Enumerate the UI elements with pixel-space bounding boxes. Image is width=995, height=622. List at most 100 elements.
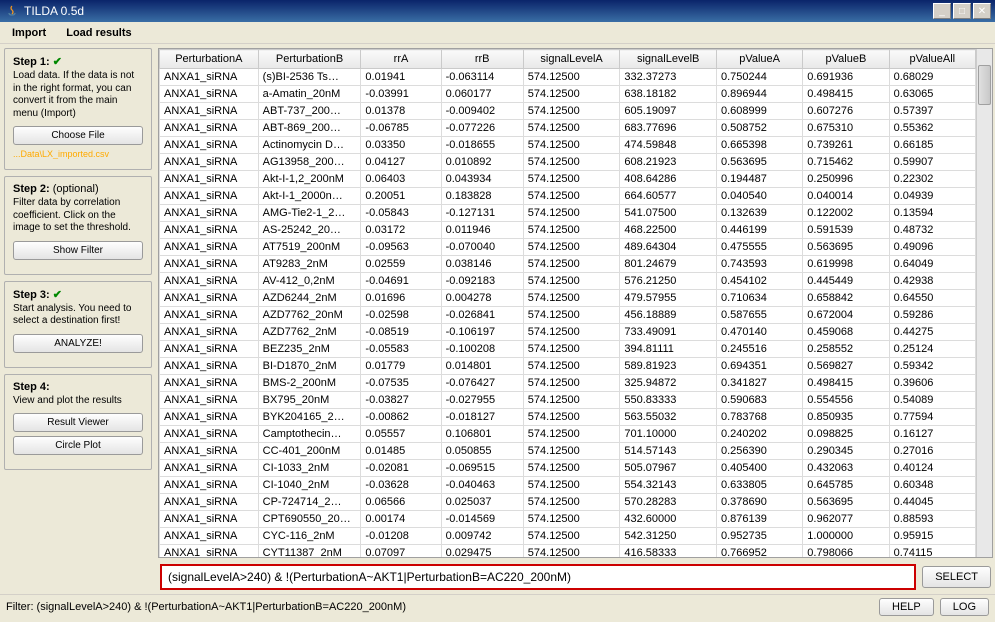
table-row[interactable]: ANXA1_siRNACI-1040_2nM-0.03628-0.0404635… (160, 477, 976, 494)
column-header[interactable]: PerturbationA (160, 50, 259, 69)
table-row[interactable]: ANXA1_siRNAAkt-I-1_2000n…0.200510.183828… (160, 188, 976, 205)
table-row[interactable]: ANXA1_siRNACYC-116_2nM-0.012080.00974257… (160, 528, 976, 545)
table-cell: AZD7762_2nM (258, 324, 361, 341)
table-cell: CI-1040_2nM (258, 477, 361, 494)
scrollbar-thumb[interactable] (978, 65, 991, 105)
column-header[interactable]: pValueB (803, 50, 889, 69)
column-header[interactable]: rrA (361, 50, 441, 69)
table-cell: 0.06403 (361, 171, 441, 188)
table-cell: 0.038146 (441, 256, 523, 273)
table-cell: 0.962077 (803, 511, 889, 528)
file-path-label: ...Data\LX_imported.csv (13, 149, 143, 159)
table-cell: AZD7762_20nM (258, 307, 361, 324)
table-cell: ANXA1_siRNA (160, 137, 259, 154)
table-cell: 0.014801 (441, 358, 523, 375)
table-row[interactable]: ANXA1_siRNAAZD7762_20nM-0.02598-0.026841… (160, 307, 976, 324)
table-cell: -0.01208 (361, 528, 441, 545)
table-row[interactable]: ANXA1_siRNAActinomycin D…0.03350-0.01865… (160, 137, 976, 154)
table-cell: 574.12500 (523, 426, 620, 443)
column-header[interactable]: pValueAll (889, 50, 975, 69)
step4-title: Step 4: (13, 381, 143, 393)
table-cell: 0.57397 (889, 103, 975, 120)
table-cell: 574.12500 (523, 222, 620, 239)
data-table[interactable]: PerturbationAPerturbationBrrArrBsignalLe… (159, 49, 976, 557)
table-cell: 0.658842 (803, 290, 889, 307)
check-icon: ✔ (53, 289, 62, 301)
table-cell: 0.710634 (716, 290, 802, 307)
table-cell: -0.070040 (441, 239, 523, 256)
table-cell: -0.02081 (361, 460, 441, 477)
table-row[interactable]: ANXA1_siRNA(s)BI-2536 Ts…0.01941-0.06311… (160, 69, 976, 86)
step1-box: Step 1: ✔ Load data. If the data is not … (4, 48, 152, 170)
table-cell: -0.018127 (441, 409, 523, 426)
table-cell: -0.09563 (361, 239, 441, 256)
table-row[interactable]: ANXA1_siRNAAMG-Tie2-1_2…-0.05843-0.12713… (160, 205, 976, 222)
table-cell: 0.563695 (716, 154, 802, 171)
table-cell: -0.027955 (441, 392, 523, 409)
table-row[interactable]: ANXA1_siRNAAV-412_0,2nM-0.04691-0.092183… (160, 273, 976, 290)
table-cell: BX795_20nM (258, 392, 361, 409)
table-row[interactable]: ANXA1_siRNABEZ235_2nM-0.05583-0.10020857… (160, 341, 976, 358)
table-cell: 0.498415 (803, 86, 889, 103)
minimize-button[interactable]: _ (933, 3, 951, 19)
table-row[interactable]: ANXA1_siRNABI-D1870_2nM0.017790.01480157… (160, 358, 976, 375)
column-header[interactable]: signalLevelA (523, 50, 620, 69)
table-cell: ANXA1_siRNA (160, 511, 259, 528)
table-row[interactable]: ANXA1_siRNAABT-737_200…0.01378-0.0094025… (160, 103, 976, 120)
help-button[interactable]: HELP (879, 598, 934, 616)
menu-import[interactable]: Import (6, 25, 52, 41)
table-cell: 408.64286 (620, 171, 717, 188)
table-row[interactable]: ANXA1_siRNACPT690550_20…0.00174-0.014569… (160, 511, 976, 528)
table-cell: 664.60577 (620, 188, 717, 205)
table-row[interactable]: ANXA1_siRNACC-401_200nM0.014850.05085557… (160, 443, 976, 460)
table-row[interactable]: ANXA1_siRNACYT11387_2nM0.070970.02947557… (160, 545, 976, 558)
menu-load-results[interactable]: Load results (60, 25, 137, 41)
log-button[interactable]: LOG (940, 598, 989, 616)
table-row[interactable]: ANXA1_siRNAAkt-I-1,2_200nM0.064030.04393… (160, 171, 976, 188)
filter-input[interactable] (164, 568, 912, 586)
table-cell: 505.07967 (620, 460, 717, 477)
table-row[interactable]: ANXA1_siRNAAZD6244_2nM0.016960.004278574… (160, 290, 976, 307)
table-cell: ANXA1_siRNA (160, 290, 259, 307)
table-cell: 0.01378 (361, 103, 441, 120)
table-row[interactable]: ANXA1_siRNACP-724714_2…0.065660.02503757… (160, 494, 976, 511)
table-row[interactable]: ANXA1_siRNAAG13958_200…0.041270.01089257… (160, 154, 976, 171)
table-cell: 0.88593 (889, 511, 975, 528)
column-header[interactable]: pValueA (716, 50, 802, 69)
circle-plot-button[interactable]: Circle Plot (13, 436, 143, 455)
sidebar: Step 1: ✔ Load data. If the data is not … (0, 44, 156, 594)
table-cell: 0.01779 (361, 358, 441, 375)
table-row[interactable]: ANXA1_siRNAa-Amatin_20nM-0.039910.060177… (160, 86, 976, 103)
result-viewer-button[interactable]: Result Viewer (13, 413, 143, 432)
select-button[interactable]: SELECT (922, 566, 991, 588)
column-header[interactable]: signalLevelB (620, 50, 717, 69)
show-filter-button[interactable]: Show Filter (13, 241, 143, 260)
table-cell: ANXA1_siRNA (160, 341, 259, 358)
table-row[interactable]: ANXA1_siRNABMS-2_200nM-0.07535-0.0764275… (160, 375, 976, 392)
choose-file-button[interactable]: Choose File (13, 126, 143, 145)
column-header[interactable]: PerturbationB (258, 50, 361, 69)
table-row[interactable]: ANXA1_siRNAAS-25242_20…0.031720.01194657… (160, 222, 976, 239)
column-header[interactable]: rrB (441, 50, 523, 69)
table-cell: 574.12500 (523, 528, 620, 545)
table-cell: 0.691936 (803, 69, 889, 86)
table-cell: -0.040463 (441, 477, 523, 494)
table-cell: 0.49096 (889, 239, 975, 256)
table-cell: 574.12500 (523, 137, 620, 154)
table-row[interactable]: ANXA1_siRNACI-1033_2nM-0.02081-0.0695155… (160, 460, 976, 477)
table-row[interactable]: ANXA1_siRNABX795_20nM-0.03827-0.02795557… (160, 392, 976, 409)
table-row[interactable]: ANXA1_siRNABYK204165_2…-0.00862-0.018127… (160, 409, 976, 426)
table-cell: 489.64304 (620, 239, 717, 256)
table-row[interactable]: ANXA1_siRNAAZD7762_2nM-0.08519-0.1061975… (160, 324, 976, 341)
table-cell: 0.060177 (441, 86, 523, 103)
vertical-scrollbar[interactable] (976, 49, 992, 557)
table-row[interactable]: ANXA1_siRNAAT9283_2nM0.025590.038146574.… (160, 256, 976, 273)
table-row[interactable]: ANXA1_siRNAAT7519_200nM-0.09563-0.070040… (160, 239, 976, 256)
analyze-button[interactable]: ANALYZE! (13, 334, 143, 353)
maximize-button[interactable]: □ (953, 3, 971, 19)
table-cell: 0.591539 (803, 222, 889, 239)
table-row[interactable]: ANXA1_siRNAABT-869_200…-0.06785-0.077226… (160, 120, 976, 137)
table-cell: 416.58333 (620, 545, 717, 558)
table-row[interactable]: ANXA1_siRNACamptothecin…0.055570.1068015… (160, 426, 976, 443)
close-button[interactable]: ✕ (973, 3, 991, 19)
